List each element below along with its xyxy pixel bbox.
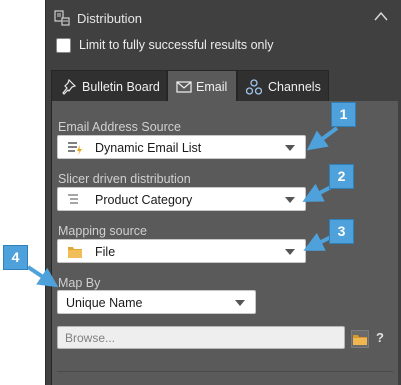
divider bbox=[57, 371, 393, 372]
callout-badge: 3 bbox=[329, 219, 354, 244]
list-icon bbox=[68, 194, 78, 204]
section-title: Distribution bbox=[77, 11, 143, 26]
chevron-down-icon bbox=[285, 145, 295, 151]
callout-badge: 4 bbox=[3, 245, 28, 270]
dropdown-value: File bbox=[95, 245, 116, 259]
pin-icon bbox=[62, 79, 76, 95]
browse-input[interactable]: Browse... bbox=[57, 326, 345, 349]
tab-email[interactable]: Email bbox=[167, 70, 237, 102]
limit-checkbox[interactable] bbox=[56, 38, 71, 53]
distribution-panel: Distribution Limit to fully successful r… bbox=[45, 0, 401, 385]
chevron-down-icon bbox=[285, 197, 295, 203]
envelope-icon bbox=[176, 81, 192, 93]
tab-bulletin-board[interactable]: Bulletin Board bbox=[51, 70, 167, 102]
tab-channels[interactable]: Channels bbox=[237, 70, 329, 102]
email-address-source-dropdown[interactable]: Dynamic Email List bbox=[57, 135, 306, 159]
tab-bar: Bulletin Board Email Channels bbox=[51, 70, 391, 102]
mapping-source-label: Mapping source bbox=[58, 224, 147, 238]
map-by-label: Map By bbox=[58, 276, 101, 290]
tab-label: Channels bbox=[268, 80, 321, 94]
slicer-distribution-label: Slicer driven distribution bbox=[58, 172, 191, 186]
help-icon[interactable]: ? bbox=[376, 330, 384, 345]
tab-label: Email bbox=[196, 80, 228, 94]
chevron-down-icon bbox=[235, 300, 245, 306]
folder-icon[interactable] bbox=[351, 330, 369, 348]
map-by-dropdown[interactable]: Unique Name bbox=[57, 290, 256, 314]
browse-placeholder: Browse... bbox=[65, 331, 116, 345]
dropdown-value: Unique Name bbox=[66, 296, 143, 310]
mapping-source-dropdown[interactable]: File bbox=[57, 239, 306, 263]
section-header[interactable]: Distribution bbox=[46, 4, 401, 32]
share-icon bbox=[246, 79, 262, 95]
limit-checkbox-label[interactable]: Limit to fully successful results only bbox=[79, 38, 274, 52]
dropdown-value: Product Category bbox=[95, 193, 193, 207]
dynamic-list-icon bbox=[68, 142, 82, 155]
distribution-icon bbox=[54, 10, 70, 26]
callout-badge: 1 bbox=[331, 102, 356, 127]
email-address-source-label: Email Address Source bbox=[58, 120, 181, 134]
folder-icon bbox=[68, 247, 82, 258]
slicer-distribution-dropdown[interactable]: Product Category bbox=[57, 187, 306, 211]
chevron-down-icon bbox=[285, 249, 295, 255]
dropdown-value: Dynamic Email List bbox=[95, 141, 202, 155]
callout-badge: 2 bbox=[329, 164, 354, 189]
chevron-up-icon[interactable] bbox=[374, 10, 388, 22]
tab-label: Bulletin Board bbox=[82, 80, 160, 94]
